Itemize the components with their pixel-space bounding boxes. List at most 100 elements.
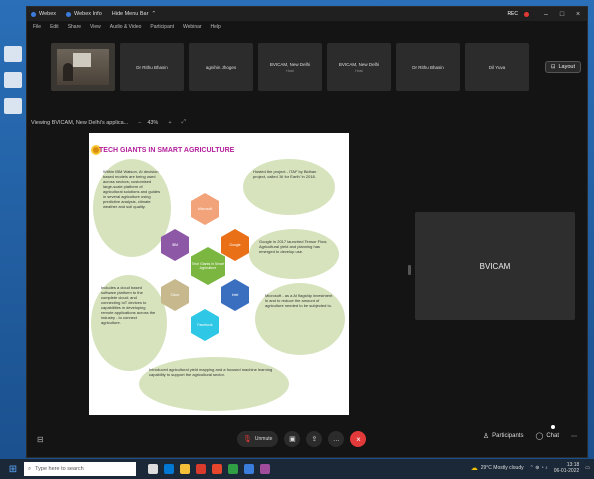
webex-app-menu[interactable]: Webex xyxy=(31,11,56,17)
zoom-level[interactable]: 43% xyxy=(147,120,158,126)
webex-window: Webex Webex Info Hide Menu Bar ⌃ REC – □ … xyxy=(26,6,588,458)
windows-start-icon[interactable]: ⊞ xyxy=(4,464,22,475)
call-controls: 🎙 Unmute ▣ ⇪ … × xyxy=(237,431,367,447)
menu-participant[interactable]: Participant xyxy=(150,24,174,30)
app-icon[interactable] xyxy=(260,464,270,474)
share-viewing-bar: Viewing BVICAM, New Delhi's applica... –… xyxy=(31,119,186,126)
zoom-out-icon[interactable]: – xyxy=(138,120,141,126)
menu-help[interactable]: Help xyxy=(211,24,221,30)
windows-taskbar: ⊞ ⌕ Type here to search ☁ 29°C Mostly clo… xyxy=(0,459,594,479)
participant-tile[interactable]: Dr Rithu Bhasin xyxy=(396,43,460,91)
edge-icon[interactable] xyxy=(164,464,174,474)
participants-icon: ♙ xyxy=(482,433,490,440)
active-speaker-tile[interactable]: BVICAM xyxy=(415,212,575,320)
title-bar: Webex Webex Info Hide Menu Bar ⌃ REC – □ … xyxy=(27,7,587,21)
video-person xyxy=(63,63,73,81)
menu-edit[interactable]: Edit xyxy=(50,24,59,30)
desktop-shortcut-icon[interactable] xyxy=(4,98,22,114)
desktop-icons xyxy=(2,40,24,124)
menu-share[interactable]: Share xyxy=(68,24,81,30)
firefox-icon[interactable] xyxy=(212,464,222,474)
info-bubble: Microsoft - as a AI flagship investment … xyxy=(255,283,345,355)
notification-icon[interactable]: ▭ xyxy=(585,465,590,471)
webex-info-menu[interactable]: Webex Info xyxy=(66,11,102,17)
info-bubble: Introduced agricultural yield mapping an… xyxy=(139,357,289,411)
chevron-up-icon: ⌃ xyxy=(151,11,157,17)
info-bubble: Hosted the project - ITAF by Bidhan proj… xyxy=(243,159,335,215)
file-explorer-icon[interactable] xyxy=(180,464,190,474)
participant-tile[interactable]: BVICAM, New Delhi Host xyxy=(258,43,322,91)
slide-title: TECH GIANTS IN SMART AGRICULTURE xyxy=(99,147,235,154)
task-view-icon[interactable] xyxy=(148,464,158,474)
participant-tile[interactable]: agnihin Jhoges xyxy=(189,43,253,91)
info-bubble: Within IBM Watson, AI decision based mod… xyxy=(93,159,171,257)
chat-notification-badge xyxy=(551,425,555,429)
leave-meeting-button[interactable]: × xyxy=(350,431,367,447)
participant-video-tile[interactable] xyxy=(51,43,115,91)
layout-button[interactable]: ⊡ Layout xyxy=(544,61,581,73)
panel-controls: ♙ Participants ◯ Chat ⋯ xyxy=(483,432,577,440)
menu-file[interactable]: File xyxy=(33,24,41,30)
unmute-button[interactable]: 🎙 Unmute xyxy=(237,431,279,447)
hex-ibm: IBM xyxy=(161,229,189,261)
search-icon: ⌕ xyxy=(28,465,32,472)
maximize-icon[interactable]: □ xyxy=(557,11,567,18)
menu-audio-video[interactable]: Audio & Video xyxy=(110,24,142,30)
hex-cisco: Cisco xyxy=(161,279,189,311)
webex-logo-icon xyxy=(31,11,36,17)
recycle-bin-icon[interactable] xyxy=(4,46,22,62)
fit-screen-icon[interactable]: ⤢ xyxy=(182,119,186,126)
more-options-button[interactable]: … xyxy=(328,431,345,447)
desktop-shortcut-icon[interactable] xyxy=(4,72,22,88)
participants-button[interactable]: ♙ Participants xyxy=(483,432,524,440)
info-bubble: Includes a cloud based software platform… xyxy=(91,275,167,371)
participant-tile[interactable]: BVICAM, New Delhi Host xyxy=(327,43,391,91)
chat-button[interactable]: ◯ Chat xyxy=(535,432,559,440)
participant-tile[interactable]: Dr Rithu Bhasin xyxy=(120,43,184,91)
info-bubble: Google in 2017 launched Tensor Flow; Agr… xyxy=(249,229,339,279)
clock[interactable]: 13:18 06-01-2022 xyxy=(554,462,580,474)
recording-label: REC xyxy=(507,11,518,17)
close-icon[interactable]: × xyxy=(573,11,583,18)
more-icon: … xyxy=(332,435,340,443)
hex-google: Google xyxy=(221,229,249,261)
hide-menu-bar-toggle[interactable]: Hide Menu Bar ⌃ xyxy=(112,11,156,17)
info-icon xyxy=(66,11,72,17)
hex-center: Tech Giants in Smart Agriculture xyxy=(191,247,225,285)
recording-icon xyxy=(524,11,529,17)
zoom-in-icon[interactable]: + xyxy=(168,120,171,126)
desktop-background: Webex Webex Info Hide Menu Bar ⌃ REC – □ … xyxy=(0,0,594,479)
chrome-icon[interactable] xyxy=(228,464,238,474)
hex-microsoft: Microsoft xyxy=(191,193,219,225)
participant-strip: Dr Rithu Bhasin agnihin Jhoges BVICAM, N… xyxy=(51,43,529,91)
hex-intel: Intel xyxy=(221,279,249,311)
menu-webinar[interactable]: Webinar xyxy=(183,24,202,30)
shared-screen: TECH GIANTS IN SMART AGRICULTURE Within … xyxy=(89,133,349,415)
taskbar-search[interactable]: ⌕ Type here to search xyxy=(24,462,136,476)
camera-icon: ▣ xyxy=(289,436,296,443)
menu-bar: File Edit Share View Audio & Video Parti… xyxy=(27,21,587,33)
viewing-label: Viewing BVICAM, New Delhi's applica... xyxy=(31,119,129,126)
taskbar-apps xyxy=(148,464,270,474)
resize-handle[interactable] xyxy=(408,265,411,275)
weather-widget[interactable]: ☁ 29°C Mostly cloudy xyxy=(471,464,524,472)
more-icon[interactable]: ⋯ xyxy=(571,433,577,440)
menu-view[interactable]: View xyxy=(90,24,101,30)
close-icon: × xyxy=(356,434,361,444)
weather-icon: ☁ xyxy=(470,465,478,472)
participant-tile[interactable]: Dil Yuva xyxy=(465,43,529,91)
share-button[interactable]: ⇪ xyxy=(306,431,323,447)
share-icon: ⇪ xyxy=(311,436,318,443)
video-button[interactable]: ▣ xyxy=(284,431,301,447)
hex-facebook: Facebook xyxy=(191,309,219,341)
system-tray: ☁ 29°C Mostly cloudy ⌃ ⊛ ◔ ♪ 13:18 06-01-… xyxy=(471,462,590,474)
word-icon[interactable] xyxy=(196,464,206,474)
captions-icon[interactable]: ⊟ xyxy=(37,435,44,444)
tray-icons[interactable]: ⌃ ⊛ ◔ ♪ xyxy=(530,465,548,471)
chat-icon: ◯ xyxy=(535,433,544,440)
webex-taskbar-icon[interactable] xyxy=(244,464,254,474)
minimize-icon[interactable]: – xyxy=(541,11,551,18)
layout-icon: ⊡ xyxy=(550,64,556,70)
video-window xyxy=(73,53,91,67)
meeting-controls: ⊟ 🎙 Unmute ▣ ⇪ … × ♙ Participants ◯ Chat ⋯ xyxy=(27,421,587,457)
